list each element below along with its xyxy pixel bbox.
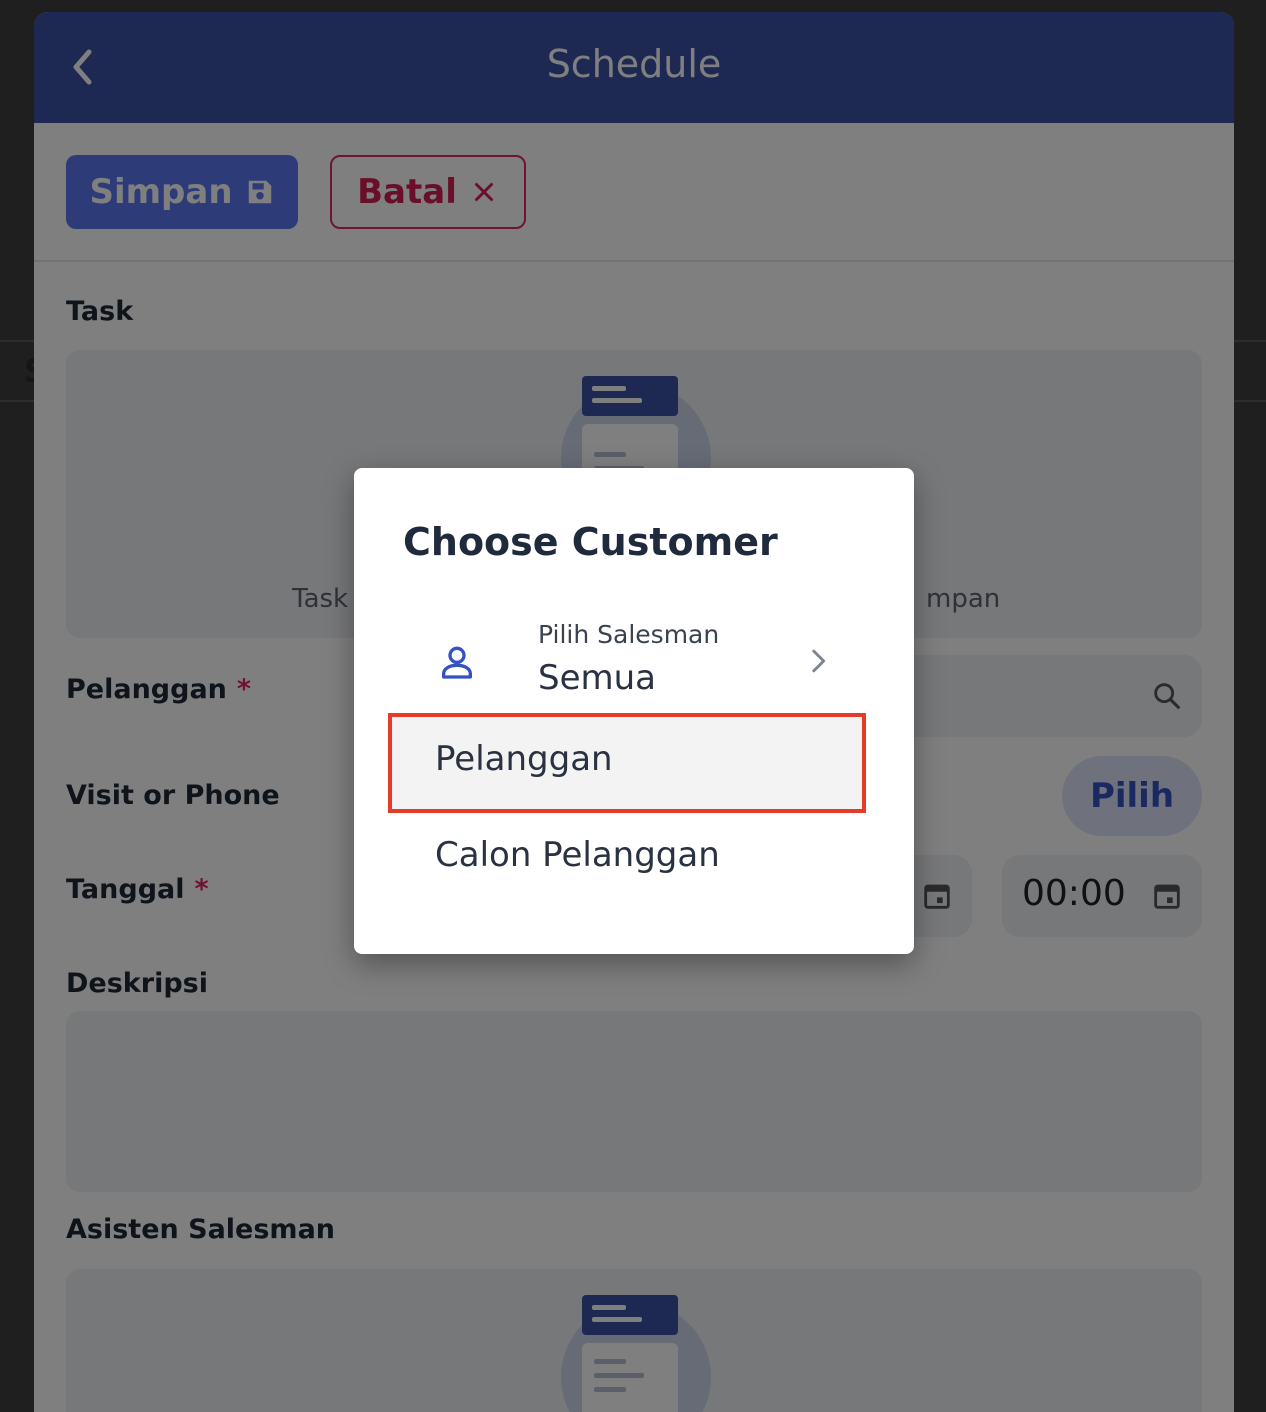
choose-customer-dialog: Choose Customer Pilih Salesman Semua Pel… — [354, 468, 914, 954]
option-label: Calon Pelanggan — [435, 835, 720, 875]
option-calon-pelanggan[interactable]: Calon Pelanggan — [389, 811, 865, 907]
chevron-right-icon — [812, 649, 826, 673]
person-icon — [442, 646, 472, 679]
salesman-value: Semua — [538, 658, 657, 698]
choose-salesman-row[interactable]: Pilih Salesman Semua — [387, 608, 881, 716]
salesman-label: Pilih Salesman — [538, 620, 720, 649]
selection-highlight — [388, 713, 866, 813]
dialog-title: Choose Customer — [403, 520, 778, 564]
